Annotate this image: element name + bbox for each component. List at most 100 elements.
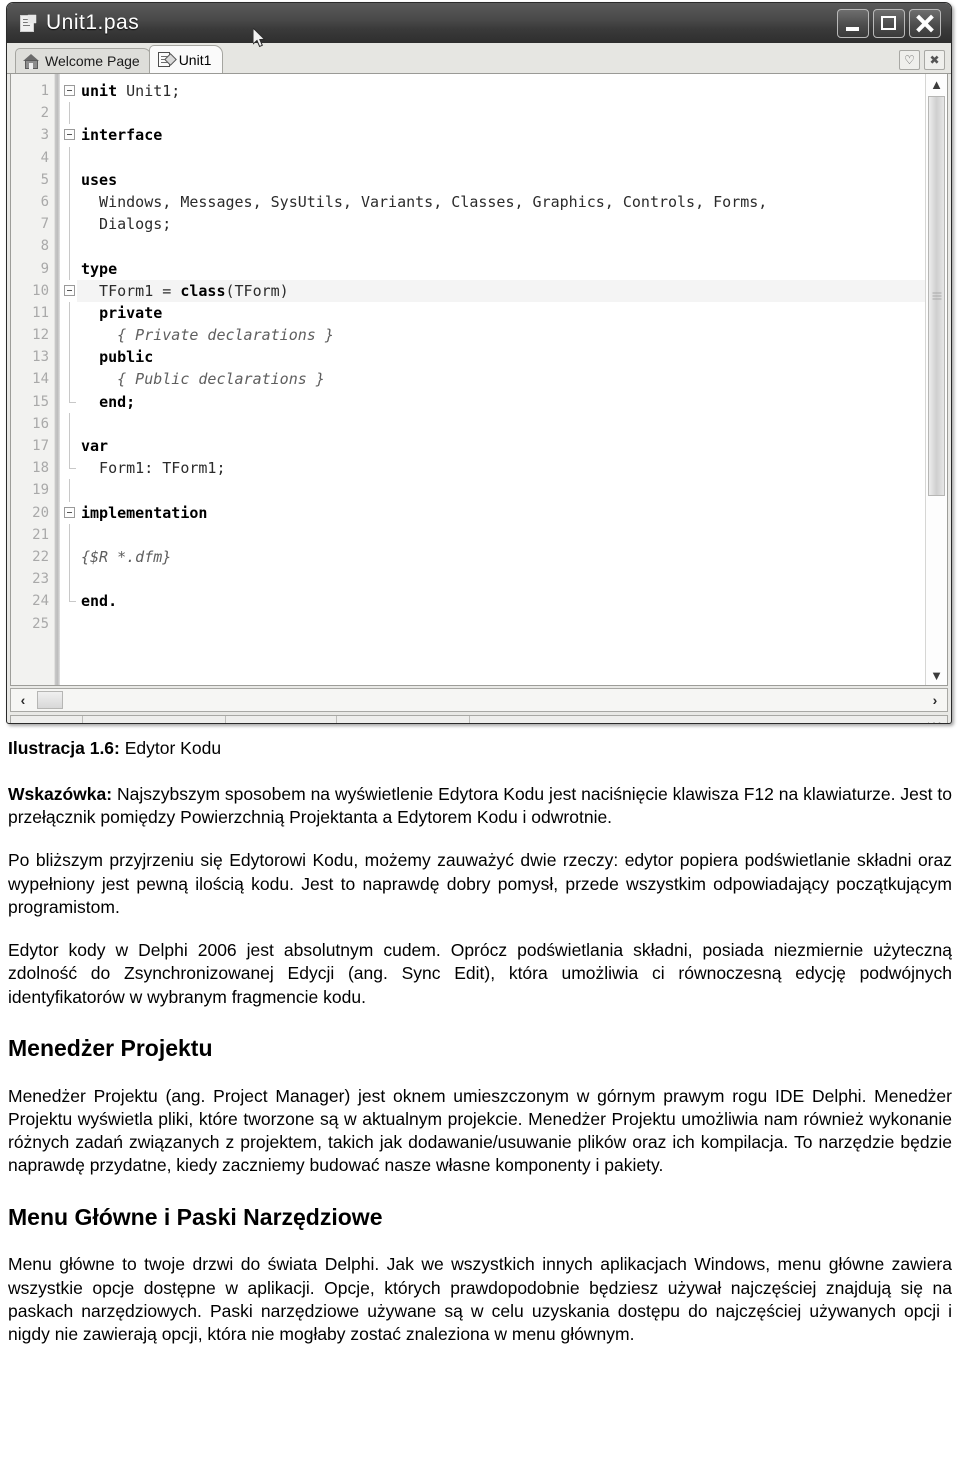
tab-history[interactable]: History: [585, 723, 645, 724]
document-text: Ilustracja 1.6: Edytor Kodu Wskazówka: N…: [0, 728, 960, 1346]
tab-label: Unit1: [178, 51, 212, 68]
close-icon[interactable]: [909, 8, 941, 38]
figure-caption-label: Ilustracja 1.6:: [8, 738, 120, 758]
maximize-icon[interactable]: [873, 8, 905, 38]
code-text-area[interactable]: unit Unit1; interface uses Windows, Mess…: [77, 74, 947, 685]
house-icon: [23, 53, 40, 69]
code-line[interactable]: interface: [77, 124, 947, 146]
fold-marker: [55, 590, 77, 612]
insert-mode-indicator: Insert: [226, 716, 337, 723]
paragraph-4: Menu główne to twoje drzwi do świata Del…: [8, 1254, 952, 1345]
fold-marker[interactable]: [55, 280, 77, 302]
code-line[interactable]: [77, 613, 947, 635]
code-line[interactable]: end;: [77, 391, 947, 413]
code-line[interactable]: Windows, Messages, SysUtils, Variants, C…: [77, 191, 947, 213]
paragraph-1: Po bliższym przyjrzeniu się Edytorowi Ko…: [8, 850, 952, 917]
line-number: 11: [32, 304, 49, 321]
fold-marker: [55, 390, 77, 413]
fold-marker: [55, 412, 77, 435]
tip-label: Wskazówka:: [8, 783, 113, 804]
tip-paragraph: Wskazówka: Najszybszym sposobem na wyświ…: [8, 783, 952, 830]
tab-welcome-page[interactable]: Welcome Page: [15, 48, 152, 73]
code-line[interactable]: uses: [77, 169, 947, 191]
tab-unit1[interactable]: Unit1: [148, 45, 224, 73]
code-line[interactable]: [77, 413, 947, 435]
line-number: 4: [40, 149, 49, 166]
code-line[interactable]: { Public declarations }: [77, 368, 947, 390]
line-number: 8: [40, 238, 49, 255]
modified-indicator: Modified: [337, 716, 470, 723]
scroll-up-icon[interactable]: ▲: [926, 74, 947, 94]
heart-icon[interactable]: ♡: [899, 50, 920, 70]
line-number: 17: [32, 438, 49, 454]
line-number: 14: [32, 371, 49, 388]
editor-tabstrip: Welcome Page Unit1 ♡ ✖: [7, 43, 951, 74]
scroll-down-icon[interactable]: ▼: [926, 665, 947, 685]
code-line[interactable]: private: [77, 302, 947, 324]
line-number: 21: [32, 526, 49, 543]
close-x-icon[interactable]: ✖: [924, 50, 945, 70]
fold-marker: [55, 213, 77, 236]
tab-design[interactable]: Design: [526, 723, 586, 724]
tab-code[interactable]: Code: [477, 723, 528, 724]
vertical-scrollbar-thumb[interactable]: [928, 96, 945, 496]
code-folding-gutter[interactable]: [55, 74, 77, 685]
code-editor-pane[interactable]: 1 2 3 4 5 6 7 8 9 10 11 12 13 14 15 16 17 18 19 20 21 22 23 24 2…: [10, 74, 948, 686]
code-line[interactable]: [77, 479, 947, 501]
file-pencil-icon: [19, 14, 37, 32]
code-line[interactable]: [77, 524, 947, 546]
fold-marker: [55, 346, 77, 369]
code-line[interactable]: Dialogs;: [77, 213, 947, 235]
code-line[interactable]: { Private declarations }: [77, 324, 947, 346]
minimize-icon[interactable]: [837, 8, 869, 38]
code-line[interactable]: {$R *.dfm}: [77, 546, 947, 568]
fold-marker[interactable]: [55, 124, 77, 146]
code-editor-window: Unit1.pas Welcome Page Unit1 ♡ ✖ 1 2 3 4…: [6, 2, 952, 724]
line-number: 20: [32, 504, 49, 521]
code-line[interactable]: var: [77, 435, 947, 457]
paragraph-2: Edytor kody w Delphi 2006 jest absolutny…: [8, 940, 952, 1007]
window-title: Unit1.pas: [46, 11, 140, 34]
horizontal-scrollbar[interactable]: ‹ ›: [10, 688, 948, 712]
code-line[interactable]: public: [77, 346, 947, 368]
code-line[interactable]: implementation: [77, 502, 947, 524]
line-number: 1: [40, 83, 49, 99]
code-line[interactable]: type: [77, 258, 947, 280]
fold-marker: [55, 257, 77, 280]
paragraph-3: Menedżer Projektu (ang. Project Manager)…: [8, 1085, 952, 1176]
line-number: 22: [32, 548, 49, 565]
resize-grip[interactable]: [928, 722, 944, 723]
line-number: 12: [32, 327, 49, 344]
fold-marker: [55, 301, 77, 325]
window-titlebar[interactable]: Unit1.pas: [7, 3, 951, 43]
code-line[interactable]: [77, 147, 947, 169]
fold-marker: [55, 523, 77, 546]
code-line[interactable]: Form1: TForm1;: [77, 457, 947, 479]
tab-label: Welcome Page: [45, 53, 140, 69]
window-controls: [837, 8, 945, 38]
line-number: 18: [32, 460, 49, 477]
scroll-right-icon[interactable]: ›: [923, 689, 947, 711]
fold-marker: [55, 479, 77, 502]
horizontal-scrollbar-thumb[interactable]: [37, 691, 63, 709]
line-number: 3: [40, 127, 49, 144]
code-line[interactable]: TForm1 = class(TForm): [77, 279, 947, 302]
heading-menu-glowne: Menu Główne i Paski Narzędziowe: [8, 1203, 383, 1230]
code-line[interactable]: [77, 102, 947, 124]
code-line[interactable]: [77, 568, 947, 590]
fold-marker[interactable]: [55, 80, 77, 102]
tip-text: Najszybszym sposobem na wyświetlenie Edy…: [8, 783, 952, 828]
code-line[interactable]: end.: [77, 590, 947, 612]
code-line[interactable]: [77, 235, 947, 257]
fold-marker: [55, 457, 77, 479]
line-number: 23: [32, 571, 49, 588]
line-number: 7: [40, 216, 49, 233]
scroll-left-icon[interactable]: ‹: [11, 689, 35, 711]
line-number: 15: [32, 393, 49, 410]
vertical-scrollbar[interactable]: ▲ ▼: [925, 74, 947, 685]
line-number: 5: [40, 171, 49, 188]
fold-marker[interactable]: [55, 502, 77, 524]
fold-marker: [55, 146, 77, 169]
code-line[interactable]: unit Unit1;: [77, 80, 947, 102]
view-tabs: Code Design History: [470, 716, 645, 724]
